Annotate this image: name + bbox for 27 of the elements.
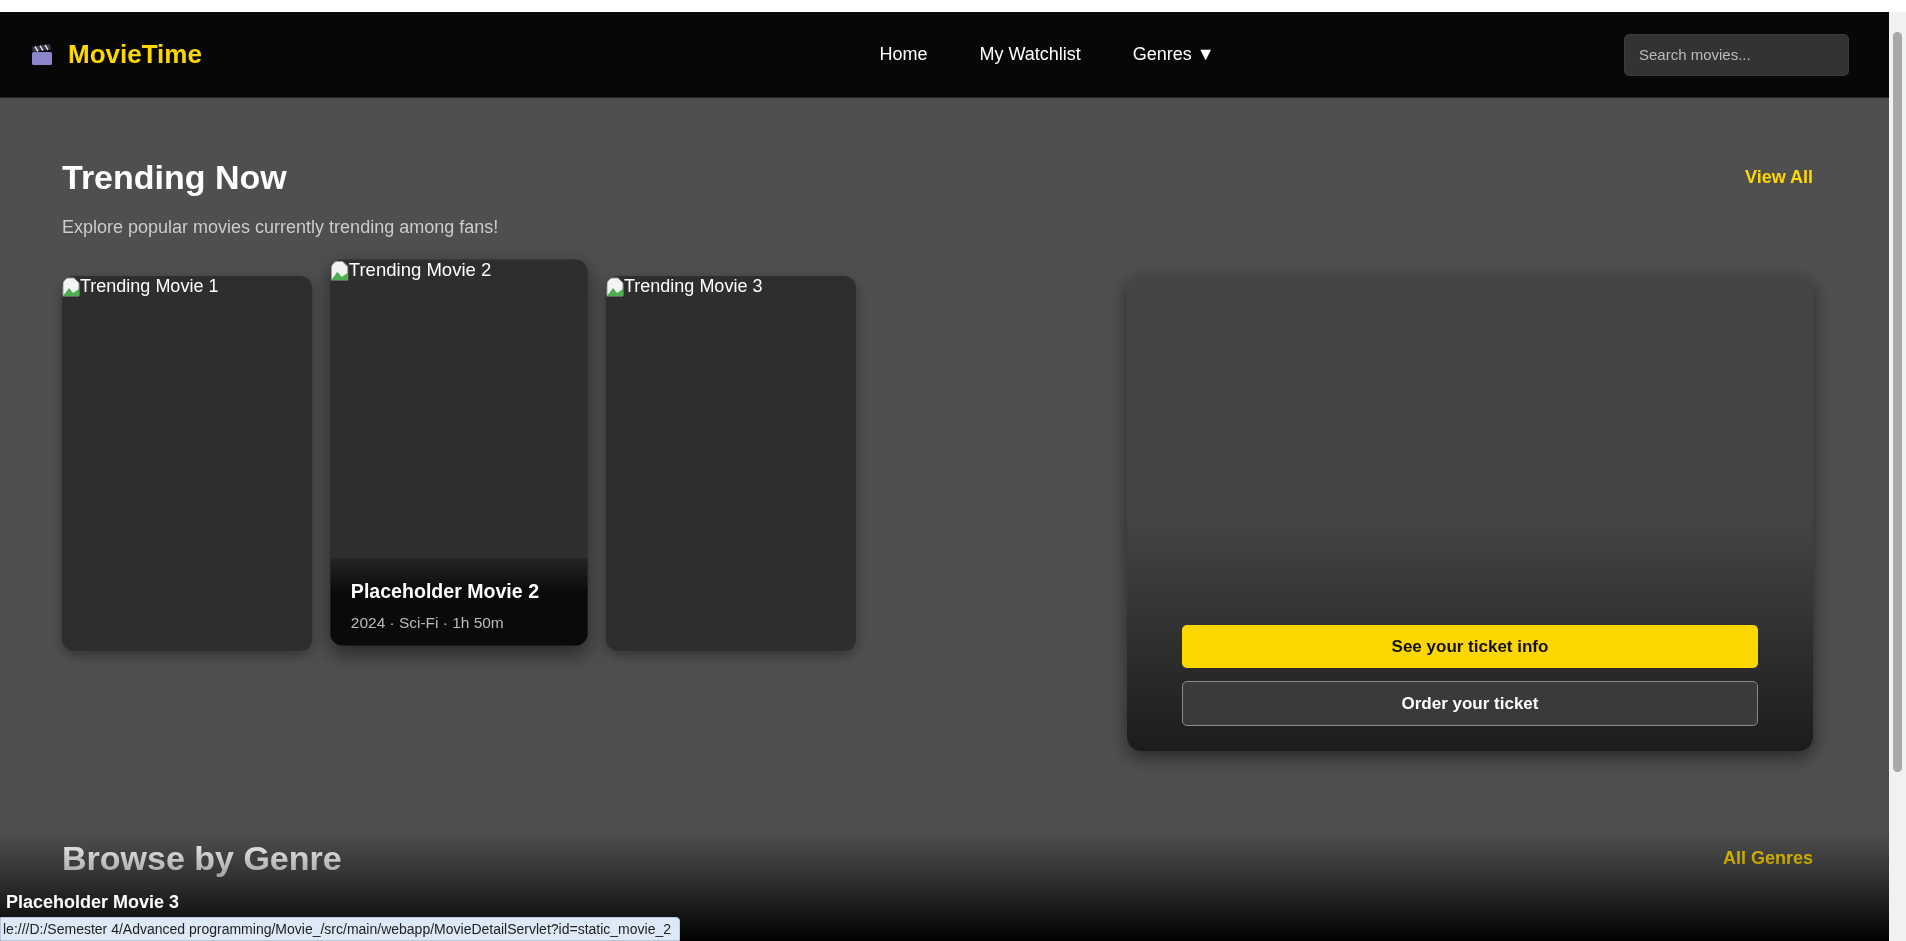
- clapperboard-icon: [30, 42, 54, 67]
- broken-image-icon: [62, 276, 80, 297]
- broken-image-icon: [606, 276, 624, 297]
- hover-preview-title: Placeholder Movie 3: [6, 892, 180, 913]
- movie-card[interactable]: Trending Movie 2 Placeholder Movie 2 2024 · Sci-Fi · 1h 50m: [330, 259, 588, 646]
- broken-image-icon: [330, 259, 349, 281]
- status-bar-url: le:///D:/Semester 4/Advanced programming/Movie_/src/main/webapp/MovieDetailServlet?id=static_movie_2: [0, 917, 681, 941]
- image-alt-text: Trending Movie 3: [624, 276, 763, 297]
- all-genres-link[interactable]: All Genres: [1722, 848, 1813, 869]
- movie-card[interactable]: Trending Movie 1: [62, 276, 312, 651]
- image-alt-text: Trending Movie 2: [348, 259, 492, 281]
- section-heading: Browse by Genre: [62, 839, 342, 878]
- view-all-link[interactable]: View All: [1744, 167, 1813, 188]
- search-field[interactable]: Search movies...: [1624, 33, 1849, 76]
- image-alt-text: Trending Movie 1: [80, 276, 219, 297]
- brand-name[interactable]: MovieTime: [68, 39, 202, 70]
- nav-link[interactable]: My Watchlist: [979, 44, 1081, 65]
- section-heading: Trending Now: [62, 158, 287, 197]
- section-subtitle: Explore popular movies currently trending among fans!: [62, 217, 500, 238]
- scrollbar[interactable]: [1889, 12, 1906, 941]
- nav-link[interactable]: Home: [879, 44, 928, 65]
- movie-title: Placeholder Movie 2: [350, 580, 540, 604]
- order-ticket-button[interactable]: Order your ticket: [1182, 681, 1758, 726]
- movie-meta: 2024 · Sci-Fi · 1h 50m: [350, 613, 505, 632]
- nav-link[interactable]: Genres ▼: [1132, 44, 1215, 65]
- ticket-info-button[interactable]: See your ticket info: [1182, 625, 1758, 668]
- movie-card[interactable]: Trending Movie 3: [606, 276, 856, 651]
